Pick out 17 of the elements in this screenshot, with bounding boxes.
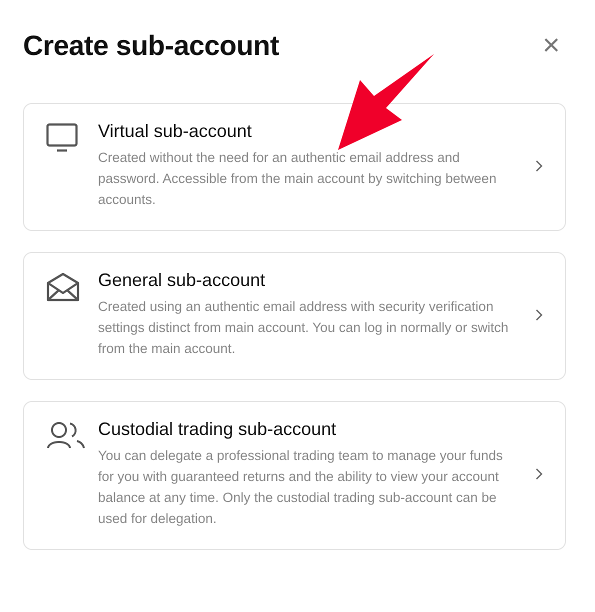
option-card[interactable]: General sub-account Created using an authentic email address with security verification settings distinct from main account. You can log in normally or switch from the main account. — [23, 252, 566, 380]
option-description: You can delegate a professional trading team to manage your funds for you with guaranteed returns and the ability to view your account balance at any time. Only the custodial trading sub-account can be used for delegation. — [98, 447, 504, 528]
chevron-right-icon — [535, 468, 543, 480]
dialog-title: Create sub-account — [23, 30, 279, 62]
option-card[interactable]: Virtual sub-account Created without the need for an authentic email address and password. Accessible from the main account by switching between accounts. — [23, 103, 566, 231]
option-title: General sub-account — [98, 270, 266, 291]
option-title: Custodial trading sub-account — [98, 419, 338, 440]
chevron-right-icon — [535, 308, 543, 320]
option-title: Virtual sub-account — [98, 121, 253, 142]
option-card[interactable] — [23, 401, 566, 550]
users-icon — [46, 421, 86, 449]
option-description: Created using an authentic email address with security verification settings distinct from main account. You can log in normally or switch from the main account. — [98, 298, 510, 358]
envelope-icon — [46, 272, 80, 302]
close-button[interactable]: × — [536, 31, 566, 61]
option-description: Created without the need for an authentic email address and password. Accessible from the main account by switching between accounts. — [98, 149, 498, 209]
chevron-right-icon — [535, 160, 543, 172]
monitor-icon — [46, 123, 78, 153]
